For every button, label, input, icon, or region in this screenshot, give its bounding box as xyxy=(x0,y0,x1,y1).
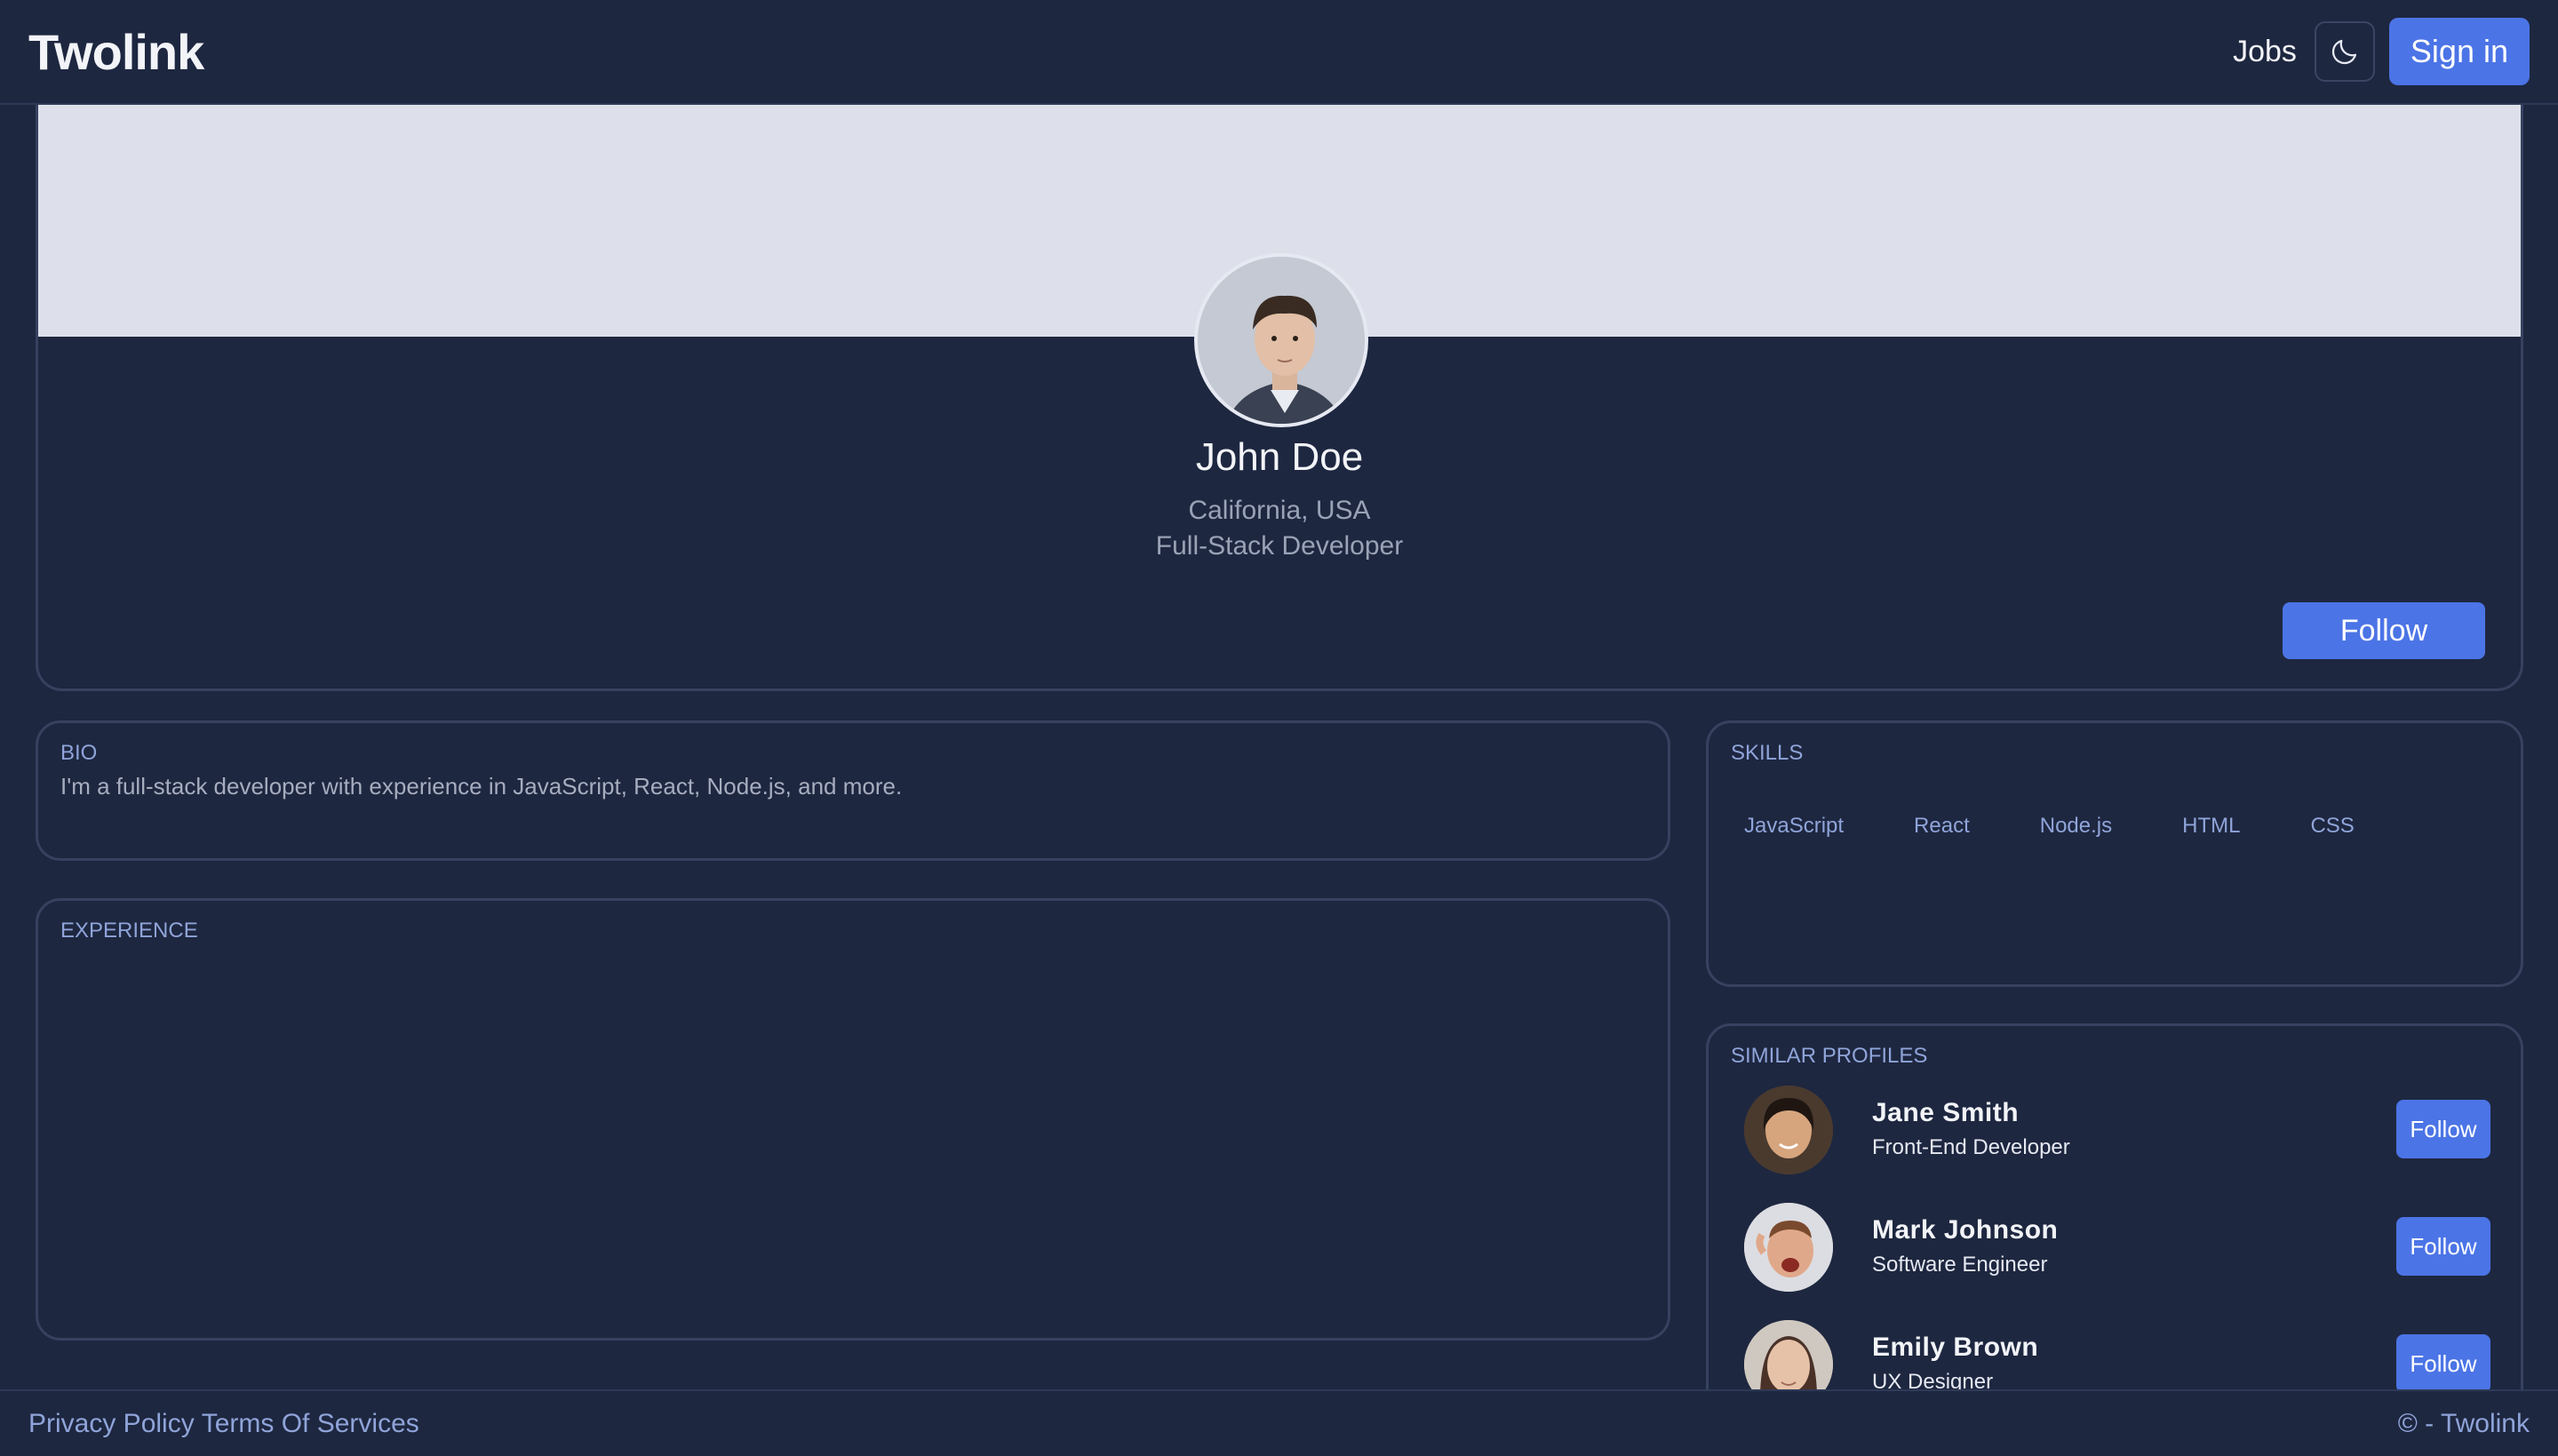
bio-text: I'm a full-stack developer with experien… xyxy=(60,773,903,800)
avatar-photo xyxy=(1744,1203,1833,1292)
skills-list: JavaScript React Node.js HTML CSS xyxy=(1744,814,2425,839)
similar-profile-avatar xyxy=(1744,1320,1833,1389)
copyright: © - Twolink xyxy=(2397,1408,2530,1438)
skill-tag: React xyxy=(1914,814,1970,838)
profile-location: California, USA xyxy=(1188,496,1371,525)
similar-profile-name: Jane Smith xyxy=(1872,1098,2020,1127)
experience-heading: EXPERIENCE xyxy=(60,919,198,943)
skill-tag: CSS xyxy=(2310,814,2355,838)
header-actions: Jobs Sign in xyxy=(2233,18,2530,85)
similar-profile-role: Software Engineer xyxy=(1872,1253,2048,1277)
avatar-photo xyxy=(1744,1086,1833,1174)
avatar-photo xyxy=(1198,257,1365,424)
skill-tag: Node.js xyxy=(2039,814,2113,838)
profile-avatar xyxy=(1194,253,1368,427)
profile-card: John Doe California, USA Full-Stack Deve… xyxy=(36,105,2523,691)
skills-heading: SKILLS xyxy=(1731,741,1804,765)
similar-profiles-panel: SIMILAR PROFILES Jane Smith Front-End De… xyxy=(1706,1023,2523,1389)
similar-profile-item[interactable]: Mark Johnson Software Engineer Follow xyxy=(1744,1203,2490,1292)
logo[interactable]: Twolink xyxy=(28,23,204,81)
profile-job-title: Full-Stack Developer xyxy=(1155,531,1404,561)
avatar-photo xyxy=(1744,1320,1833,1389)
similar-profiles-heading: SIMILAR PROFILES xyxy=(1731,1044,1928,1068)
main-content: John Doe California, USA Full-Stack Deve… xyxy=(0,105,2558,1389)
skill-tag: JavaScript xyxy=(1744,814,1845,838)
jobs-link[interactable]: Jobs xyxy=(2233,35,2297,69)
similar-profile-name: Mark Johnson xyxy=(1872,1215,2059,1245)
sign-in-button[interactable]: Sign in xyxy=(2388,18,2530,85)
moon-icon xyxy=(2331,39,2357,65)
follow-button[interactable]: Follow xyxy=(2396,1217,2490,1276)
top-nav: Twolink Jobs Sign in xyxy=(0,0,2558,105)
skills-panel: SKILLS JavaScript React Node.js HTML CSS xyxy=(1706,720,2523,987)
follow-button[interactable]: Follow xyxy=(2396,1334,2490,1389)
similar-profile-avatar xyxy=(1744,1086,1833,1174)
theme-toggle-button[interactable] xyxy=(2314,21,2375,82)
similar-profile-name: Emily Brown xyxy=(1872,1333,2039,1362)
footer-links: Privacy Policy Terms Of Services xyxy=(28,1409,419,1439)
similar-profile-role: Front-End Developer xyxy=(1872,1135,2070,1159)
terms-of-services-link[interactable]: Terms Of Services xyxy=(202,1409,419,1439)
similar-profile-item[interactable]: Jane Smith Front-End Developer Follow xyxy=(1744,1086,2490,1174)
profile-name: John Doe xyxy=(1195,435,1364,479)
follow-button[interactable]: Follow xyxy=(2396,1100,2490,1158)
similar-profile-role: UX Designer xyxy=(1872,1370,1994,1389)
follow-button[interactable]: Follow xyxy=(2283,602,2485,659)
skill-tag: HTML xyxy=(2182,814,2241,838)
bio-panel: BIO I'm a full-stack developer with expe… xyxy=(36,720,1670,861)
bio-heading: BIO xyxy=(60,741,98,765)
experience-panel: EXPERIENCE xyxy=(36,898,1670,1341)
similar-profile-item[interactable]: Emily Brown UX Designer Follow xyxy=(1744,1320,2490,1389)
footer: Privacy Policy Terms Of Services © - Two… xyxy=(0,1389,2558,1456)
privacy-policy-link[interactable]: Privacy Policy xyxy=(28,1409,195,1439)
similar-profile-avatar xyxy=(1744,1203,1833,1292)
